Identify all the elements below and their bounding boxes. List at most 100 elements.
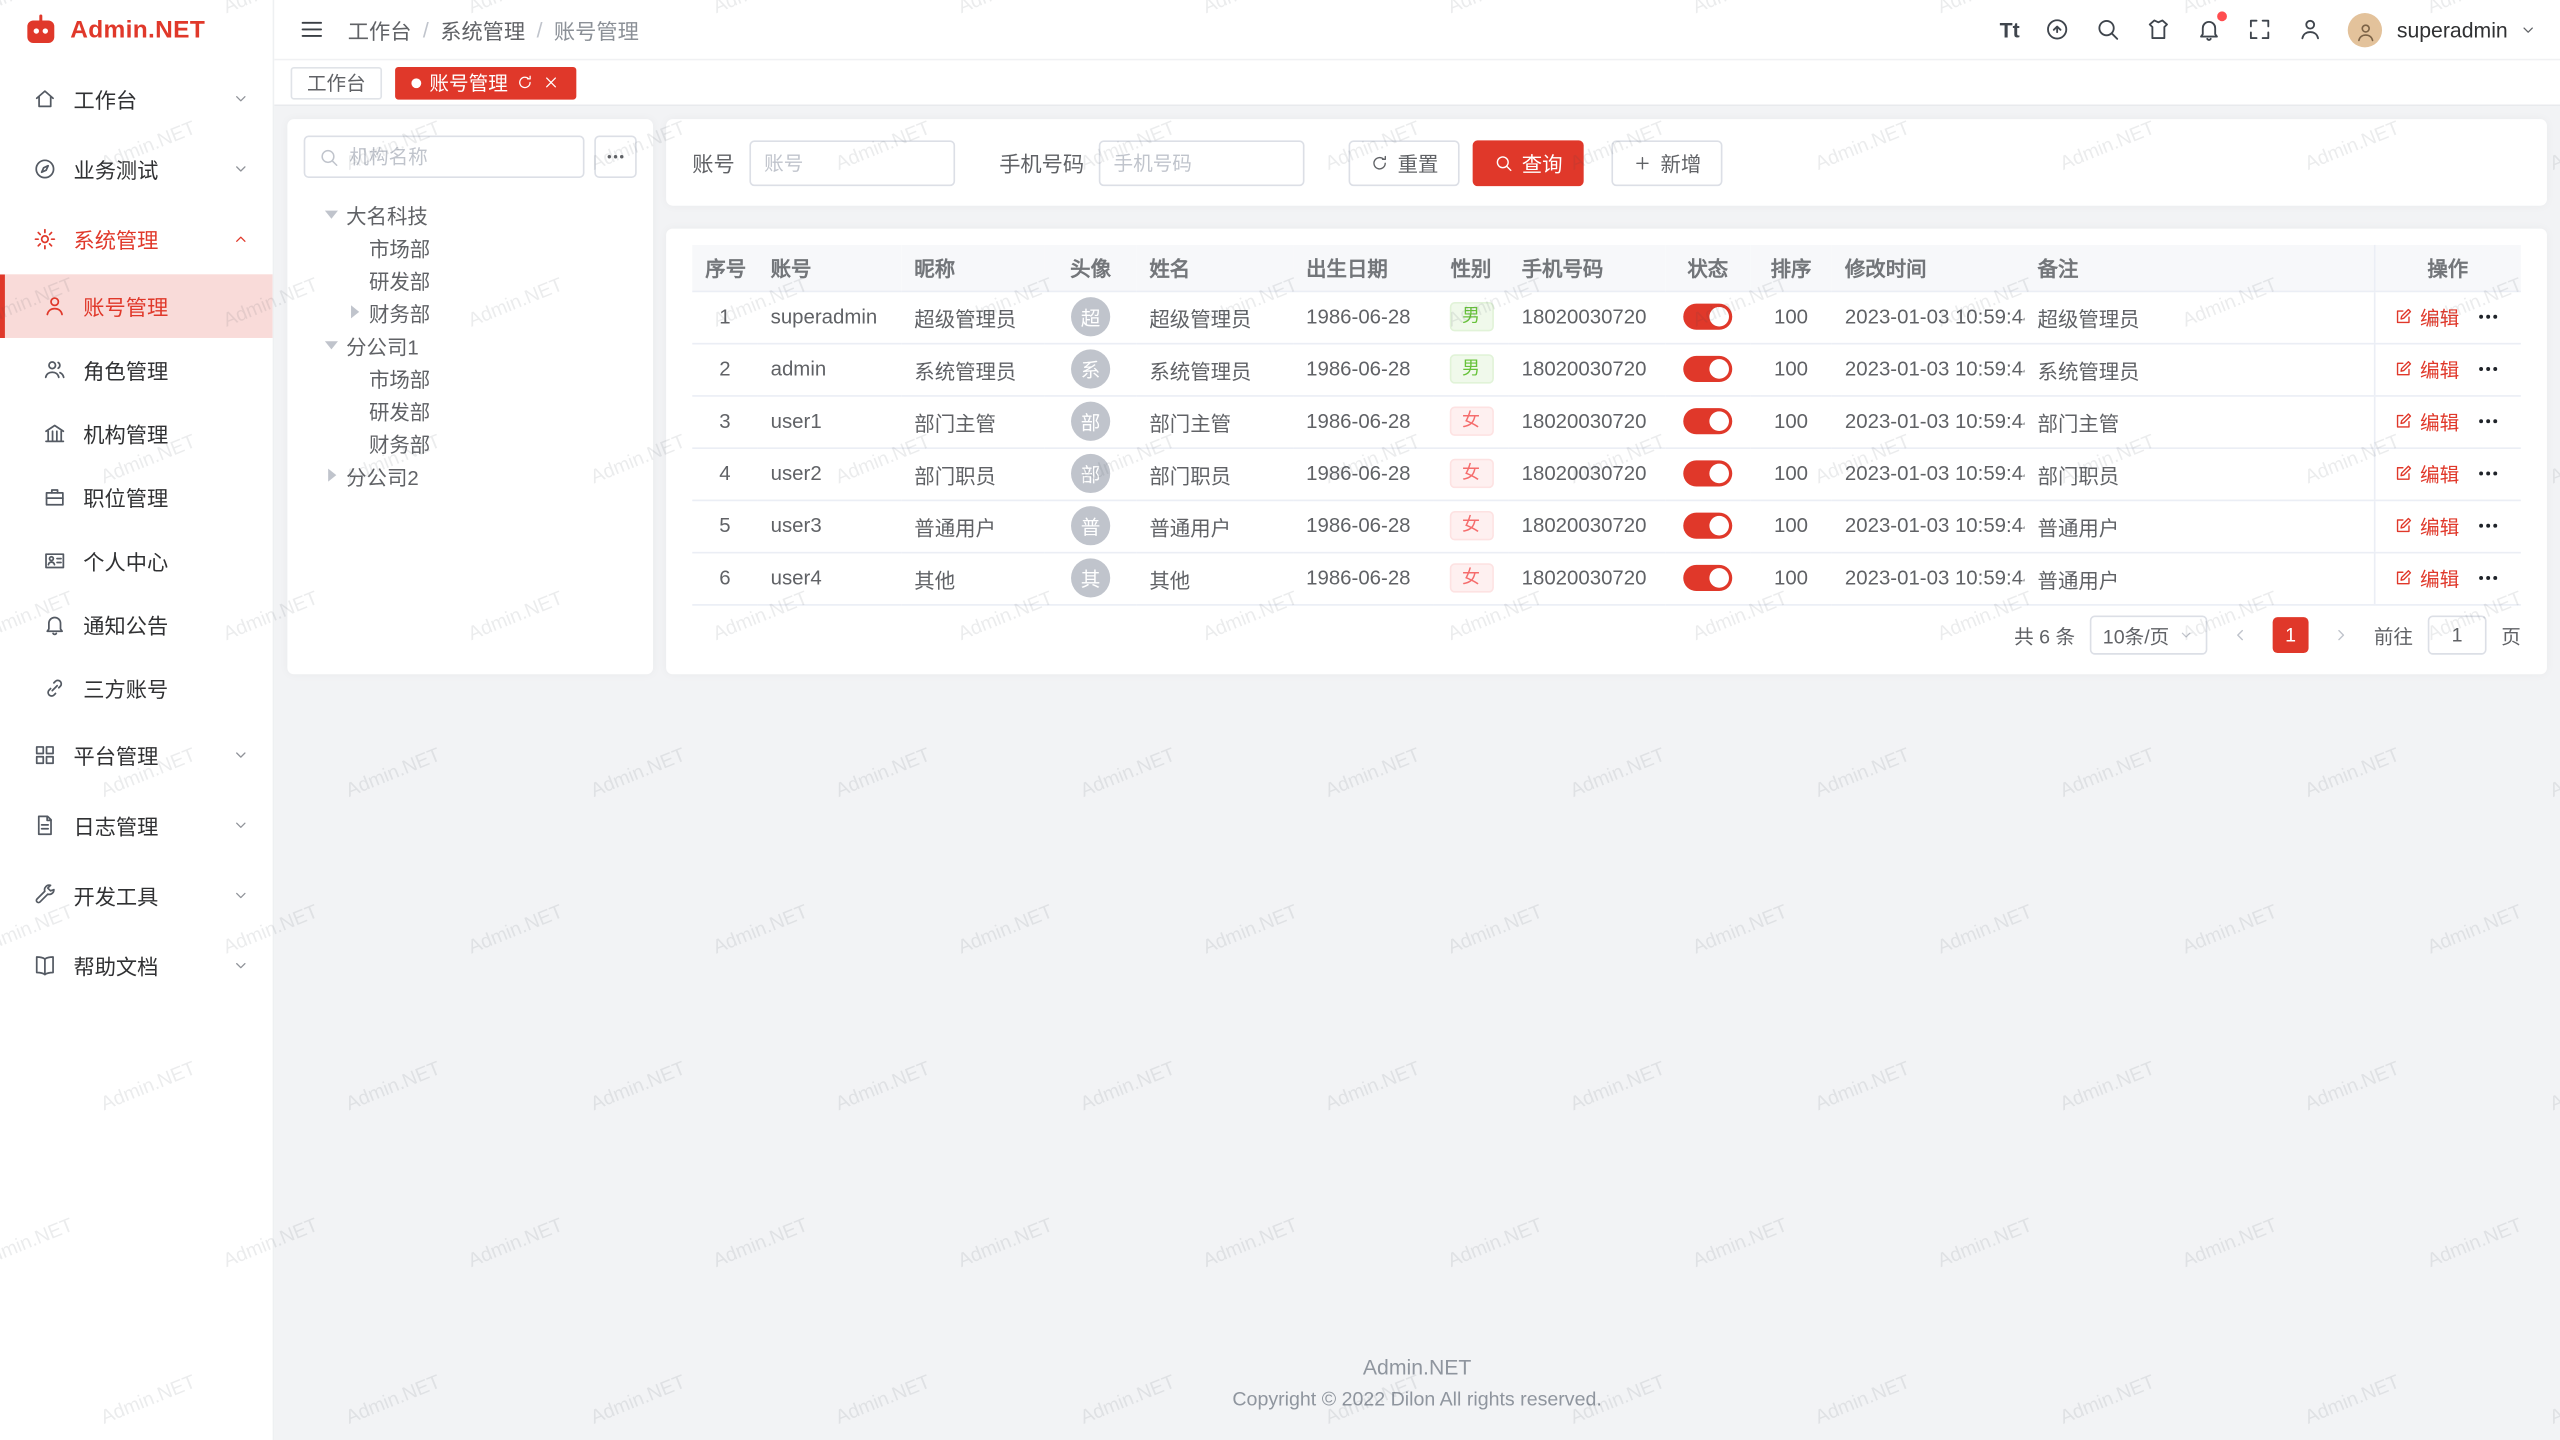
status-toggle[interactable]: [1683, 460, 1732, 486]
footer-title: Admin.NET: [287, 1355, 2547, 1379]
edit-label: 编辑: [2420, 303, 2459, 331]
content: 大名科技市场部研发部财务部分公司1市场部研发部财务部分公司2 账号 手机号码: [274, 106, 2560, 1440]
status-toggle[interactable]: [1683, 565, 1732, 591]
tree-node[interactable]: 研发部: [304, 393, 637, 426]
sidebar-item-label: 个人中心: [83, 545, 250, 576]
chevron-down-icon: [2178, 627, 2194, 643]
tree-node[interactable]: 研发部: [304, 263, 637, 296]
cell-modified-time: 2023-01-03 10:59:44: [1832, 447, 2025, 499]
user-menu-chevron-icon[interactable]: [2519, 20, 2537, 38]
tab-close-icon[interactable]: [542, 73, 560, 91]
sidebar-item-role-mgmt[interactable]: 角色管理: [0, 338, 273, 402]
tools-icon: [33, 883, 57, 907]
row-more-button[interactable]: [2476, 408, 2502, 434]
cell-no: 1: [692, 291, 757, 343]
tree-node[interactable]: 大名科技: [304, 198, 637, 231]
search-button[interactable]: 查询: [1473, 140, 1584, 186]
cell-account: user1: [758, 395, 902, 447]
pagination: 共 6 条 10条/页 1 前往: [692, 609, 2521, 661]
tab-account-mgmt[interactable]: 账号管理: [395, 66, 576, 99]
edit-button[interactable]: 编辑: [2394, 355, 2459, 383]
sidebar-item-org-mgmt[interactable]: 机构管理: [0, 402, 273, 466]
row-more-button[interactable]: [2476, 304, 2502, 330]
font-size-icon[interactable]: Tt: [2000, 16, 2020, 42]
caret-right-icon[interactable]: [343, 302, 366, 322]
tree-node[interactable]: 分公司1: [304, 328, 637, 361]
tree-node[interactable]: 市场部: [304, 230, 637, 263]
tree-node-label: 市场部: [369, 231, 430, 262]
tree-node[interactable]: 市场部: [304, 361, 637, 394]
app-logo[interactable]: Admin.NET: [0, 0, 273, 60]
caret-right-icon[interactable]: [320, 465, 343, 485]
avatar[interactable]: [2348, 12, 2382, 46]
edit-button[interactable]: 编辑: [2394, 407, 2459, 435]
account-input[interactable]: [764, 151, 940, 174]
cell-status: [1665, 552, 1750, 604]
column-header: 修改时间: [1832, 245, 2025, 291]
user-icon: [42, 294, 66, 318]
notification-bell-icon[interactable]: [2196, 16, 2222, 42]
sidebar-item-workbench[interactable]: 工作台: [0, 64, 273, 134]
sidebar-item-platform-mgmt[interactable]: 平台管理: [0, 720, 273, 790]
profile-icon[interactable]: [2297, 16, 2323, 42]
caret-down-icon[interactable]: [320, 335, 343, 355]
breadcrumb-item[interactable]: 系统管理: [440, 14, 525, 45]
status-toggle[interactable]: [1683, 513, 1732, 539]
sidebar-item-help-docs[interactable]: 帮助文档: [0, 931, 273, 1001]
refresh-circle-icon[interactable]: [2044, 16, 2070, 42]
status-toggle[interactable]: [1683, 304, 1732, 330]
sidebar-item-personal-center[interactable]: 个人中心: [0, 529, 273, 593]
tab-refresh-icon[interactable]: [516, 73, 534, 91]
sidebar-item-account-mgmt[interactable]: 账号管理: [0, 274, 273, 338]
next-page-button[interactable]: [2323, 617, 2359, 653]
tree-node[interactable]: 财务部: [304, 296, 637, 329]
sidebar-item-business-test[interactable]: 业务测试: [0, 134, 273, 204]
search-icon[interactable]: [2095, 16, 2121, 42]
row-more-button[interactable]: [2476, 565, 2502, 591]
search-icon: [1494, 153, 1514, 173]
topbar: 工作台/系统管理/账号管理 Tt superadmin: [274, 0, 2560, 60]
status-toggle[interactable]: [1683, 408, 1732, 434]
page-size-select[interactable]: 10条/页: [2090, 616, 2208, 655]
edit-button[interactable]: 编辑: [2394, 564, 2459, 592]
caret-down-icon[interactable]: [320, 204, 343, 224]
breadcrumb-item[interactable]: 账号管理: [554, 14, 639, 45]
username[interactable]: superadmin: [2397, 17, 2508, 41]
hamburger-menu-icon[interactable]: [299, 16, 325, 42]
sidebar-item-notice[interactable]: 通知公告: [0, 593, 273, 657]
chevron-down-icon: [232, 160, 250, 178]
cell-phone: 18020030720: [1509, 447, 1666, 499]
avatar: 其: [1071, 558, 1110, 597]
phone-input[interactable]: [1114, 151, 1290, 174]
add-button[interactable]: 新增: [1612, 140, 1723, 186]
status-toggle[interactable]: [1683, 356, 1732, 382]
row-more-button[interactable]: [2476, 460, 2502, 486]
row-more-button[interactable]: [2476, 513, 2502, 539]
cell-remark: 普通用户: [2024, 500, 2373, 552]
page-number-button[interactable]: 1: [2273, 617, 2309, 653]
tree-node[interactable]: 财务部: [304, 426, 637, 459]
edit-button[interactable]: 编辑: [2394, 512, 2459, 540]
compass-icon: [33, 157, 57, 181]
sidebar-item-third-account[interactable]: 三方账号: [0, 656, 273, 720]
tree-node[interactable]: 分公司2: [304, 459, 637, 492]
edit-button[interactable]: 编辑: [2394, 303, 2459, 331]
prev-page-button[interactable]: [2222, 617, 2258, 653]
edit-button[interactable]: 编辑: [2394, 460, 2459, 488]
goto-page-input[interactable]: [2429, 617, 2485, 653]
org-more-button[interactable]: [594, 136, 636, 178]
breadcrumb-item[interactable]: 工作台: [348, 14, 412, 45]
column-header: 姓名: [1136, 245, 1293, 291]
sidebar-item-system-mgmt[interactable]: 系统管理: [0, 204, 273, 274]
fullscreen-icon[interactable]: [2247, 16, 2273, 42]
cell-nickname: 系统管理员: [901, 343, 1045, 395]
sidebar-item-position-mgmt[interactable]: 职位管理: [0, 465, 273, 529]
org-search-input[interactable]: [349, 145, 569, 168]
sidebar-item-dev-tools[interactable]: 开发工具: [0, 860, 273, 930]
book-icon: [33, 953, 57, 977]
tab-workbench[interactable]: 工作台: [291, 66, 382, 99]
theme-icon[interactable]: [2145, 16, 2171, 42]
row-more-button[interactable]: [2476, 356, 2502, 382]
reset-button[interactable]: 重置: [1349, 140, 1460, 186]
sidebar-item-log-mgmt[interactable]: 日志管理: [0, 790, 273, 860]
